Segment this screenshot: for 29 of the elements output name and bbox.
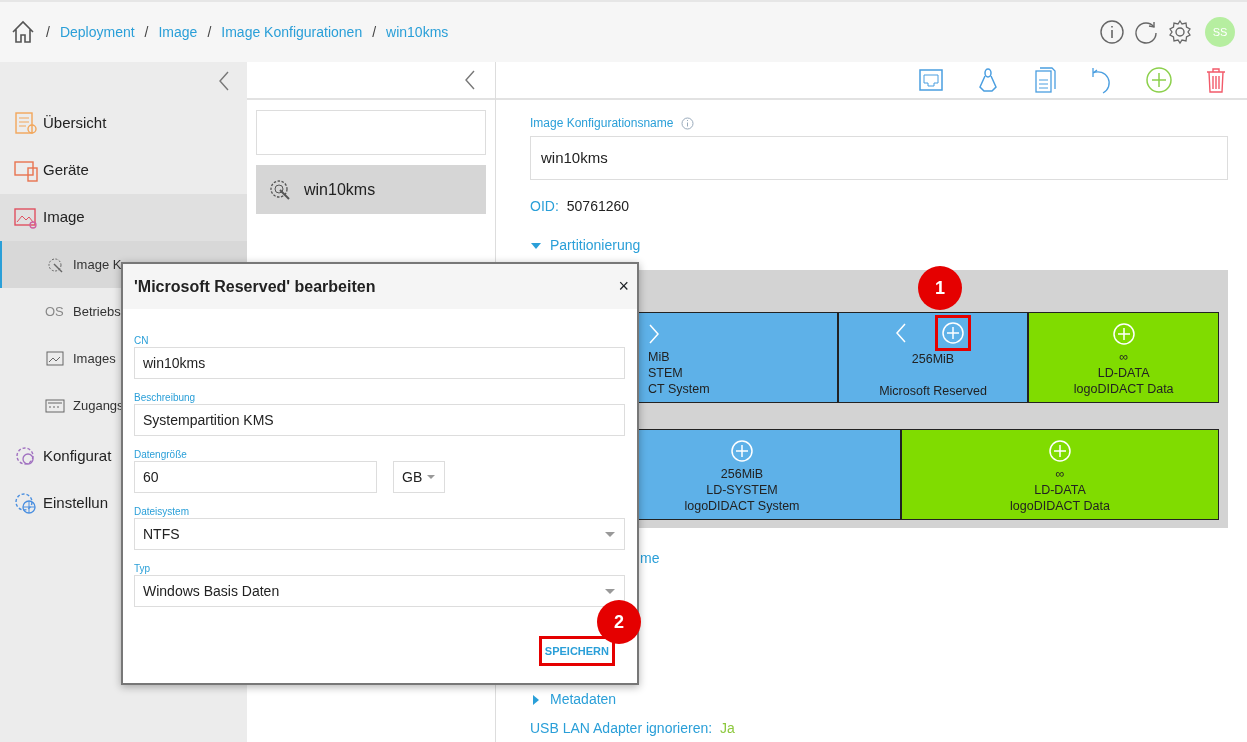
partition-size: ∞ (1119, 349, 1129, 365)
partition-name: LD-DATA (1097, 365, 1150, 381)
field-label: USB LAN Adapter ignorieren: (530, 719, 713, 738)
oid-label: OID: (530, 197, 559, 216)
field-value: Ja (720, 719, 735, 738)
field-label: Dateisystem (134, 506, 190, 518)
partition-size: ∞ (1055, 466, 1065, 482)
dialog-title: 'Microsoft Reserved' bearbeiten (134, 276, 376, 297)
breadcrumb-separator: / (46, 22, 50, 42)
partition-size: MiB (648, 349, 670, 365)
breadcrumb-separator: / (207, 22, 212, 42)
field-label: Image Konfigurationsname (530, 115, 674, 132)
field-label: CN (134, 335, 150, 347)
field-label: Typ (134, 563, 152, 575)
partition-name: LD-SYSTEM (706, 482, 778, 498)
partition-label: CT System (648, 381, 710, 397)
field-label: Beschreibung (134, 392, 197, 404)
field-label: Datengröße (134, 449, 188, 461)
partition-size: 256MiB (720, 466, 764, 482)
partition-label: Microsoft Reserved (879, 383, 987, 399)
partition-name: STEM (648, 365, 683, 381)
partition-name: LD-DATA (1034, 482, 1086, 498)
breadcrumb-separator: / (144, 22, 149, 42)
breadcrumb-separator: / (372, 22, 377, 42)
oid-value: 50761260 (566, 197, 630, 216)
partition-size: 256MiB (911, 351, 955, 367)
partition-label: logoDIDACT Data (1073, 381, 1174, 397)
partition-label: logoDIDACT System (684, 498, 800, 514)
partition-label: logoDIDACT Data (1010, 498, 1110, 514)
